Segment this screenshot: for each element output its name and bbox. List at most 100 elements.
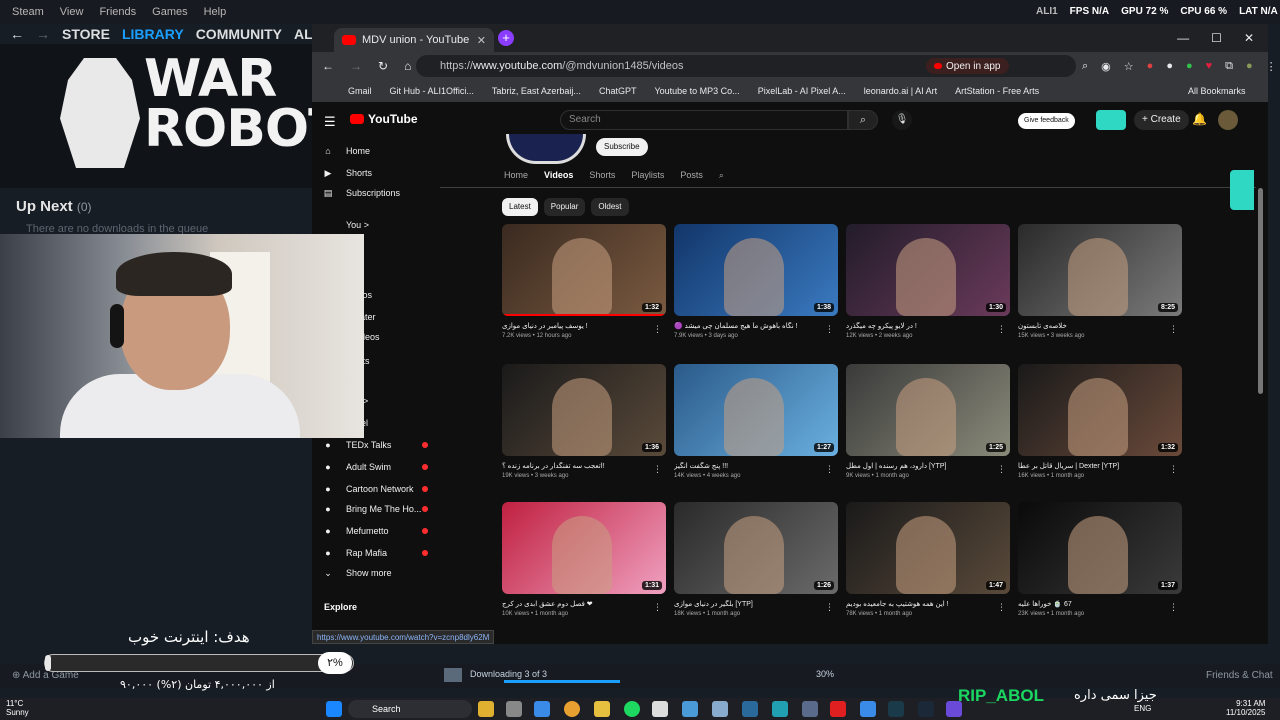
video-title[interactable]: ! یوسف پیامبر در دنیای موازی (502, 322, 666, 330)
give-feedback-button[interactable]: Give feedback (1018, 113, 1075, 129)
video-title[interactable]: Dexter [YTP] | سریال قاتل بر عطا (1018, 462, 1182, 470)
video-thumbnail[interactable]: 1:38 (674, 224, 838, 316)
close-icon[interactable]: ✕ (477, 34, 486, 47)
video-title[interactable]: ! نگاه باهوش ما هیج مسلمان چی میشد 🟣 (674, 322, 838, 330)
more-options-icon[interactable]: ⋮ (997, 324, 1006, 335)
tab-youtube[interactable]: MDV union - YouTube ✕ (334, 28, 494, 52)
back-arrow-icon[interactable]: ← (10, 26, 24, 42)
forward-icon[interactable]: → (350, 59, 362, 73)
profile-icon[interactable]: ● (1246, 60, 1253, 72)
tab-home[interactable]: Home (504, 170, 528, 186)
search-icon[interactable]: ⌕ (848, 110, 878, 130)
bookmark-github[interactable]: Git Hub - ALI1Offici... (390, 86, 474, 96)
video-card[interactable]: 1:26 [YTP] بلگیر در دنیای موازی 18K views … (674, 502, 838, 617)
youtube-logo[interactable]: YouTube (350, 112, 418, 126)
star-icon[interactable]: ☆ (1124, 60, 1134, 73)
sidebar-item[interactable]: You > (322, 216, 369, 234)
bookmark-artstation[interactable]: ArtStation - Free Arts (955, 86, 1039, 96)
more-options-icon[interactable]: ⋮ (653, 602, 662, 613)
video-card[interactable]: 1:25 [YTP] دارود، هم رسنده | اول مطل 9K vi… (846, 364, 1010, 479)
avatar[interactable] (1218, 110, 1238, 130)
video-thumbnail[interactable]: 1:26 (674, 502, 838, 594)
video-title[interactable]: خلاصه‌ی تابستون (1018, 322, 1182, 330)
video-card[interactable]: 1:36 !اتعجب سه تفنگدار در برنامه زنده ؟ 19… (502, 364, 666, 479)
steam-nav-library[interactable]: LIBRARY (122, 26, 184, 42)
video-card[interactable]: 1:47 ! این همه هوشتیپ به جامعیده بودیم 78K… (846, 502, 1010, 617)
download-status[interactable]: Downloading 3 of 3 30% (444, 666, 884, 684)
video-title[interactable]: ! این همه هوشتیپ به جامعیده بودیم (846, 600, 1010, 608)
sidebar-item[interactable]: ● Cartoon Network (322, 480, 428, 498)
video-card[interactable]: 1:27 !!! پنج شگفت انگیز 14K views • 4 week… (674, 364, 838, 479)
steam-nav-community[interactable]: COMMUNITY (196, 26, 282, 42)
chip-latest[interactable]: Latest (502, 198, 538, 216)
video-thumbnail[interactable]: 1:27 (674, 364, 838, 456)
windows-start-icon[interactable] (326, 701, 342, 717)
video-title[interactable]: !اتعجب سه تفنگدار در برنامه زنده ؟ (502, 462, 666, 470)
spotify-taskbar-icon[interactable] (624, 701, 640, 717)
more-options-icon[interactable]: ⋮ (653, 464, 662, 475)
steam-menu-help[interactable]: Help (204, 6, 227, 18)
video-thumbnail[interactable]: 1:25 (846, 364, 1010, 456)
search-input[interactable]: Search (560, 110, 848, 130)
more-options-icon[interactable]: ⋮ (825, 464, 834, 475)
steam-menu-games[interactable]: Games (152, 6, 187, 18)
extension-red-icon[interactable]: ● (1147, 60, 1154, 72)
more-options-icon[interactable]: ⋮ (997, 464, 1006, 475)
more-options-icon[interactable]: ⋮ (1169, 602, 1178, 613)
sidebar-item[interactable]: ● Rap Mafia (322, 544, 428, 562)
youtube-taskbar-icon[interactable] (830, 701, 846, 717)
eye-icon[interactable]: ◉ (1101, 60, 1111, 73)
bookmark-mp3[interactable]: Youtube to MP3 Co... (654, 86, 739, 96)
taskbar-app-icon[interactable] (742, 701, 758, 717)
chrome-taskbar-icon[interactable] (564, 701, 580, 717)
video-card[interactable]: 1:38 ! نگاه باهوش ما هیج مسلمان چی میشد 🟣… (674, 224, 838, 339)
more-options-icon[interactable]: ⋮ (1169, 464, 1178, 475)
taskbar-app-icon[interactable] (652, 701, 668, 717)
bookmark-chatgpt[interactable]: ChatGPT (599, 86, 637, 96)
puzzle-icon[interactable]: ⧉ (1225, 60, 1233, 73)
sidebar-item[interactable]: ● Bring Me The Ho... (322, 500, 428, 518)
taskbar-app-icon[interactable] (712, 701, 728, 717)
video-thumbnail[interactable]: 1:32 (1018, 364, 1182, 456)
sidebar-item[interactable]: ⌂ Home (322, 142, 370, 160)
extension-heart-icon[interactable]: ♥ (1206, 60, 1213, 72)
create-button[interactable]: + Create (1134, 110, 1189, 130)
steam-menu-steam[interactable]: Steam (12, 6, 44, 18)
taskbar-app-icon[interactable] (888, 701, 904, 717)
video-title[interactable]: [YTP] دارود، هم رسنده | اول مطل (846, 462, 1010, 470)
extension-green-icon[interactable]: ● (1186, 60, 1193, 72)
steam-nav-store[interactable]: STORE (62, 26, 110, 42)
scrollbar[interactable] (1258, 188, 1263, 394)
forward-arrow-icon[interactable]: → (36, 26, 50, 42)
video-thumbnail[interactable]: 1:37 (1018, 502, 1182, 594)
sidebar-item[interactable]: ▶ Shorts (322, 164, 372, 182)
bookmark-gmail[interactable]: Gmail (348, 86, 372, 96)
reload-icon[interactable]: ↻ (378, 59, 388, 73)
video-thumbnail[interactable]: 1:30 (846, 224, 1010, 316)
video-card[interactable]: 1:37 67 🍵 خوراها علیه 23K views • 1 month … (1018, 502, 1182, 617)
channel-search-icon[interactable]: ⌕ (719, 170, 724, 186)
zoom-icon[interactable]: ⌕ (1082, 60, 1088, 73)
video-thumbnail[interactable]: 1:32 (502, 224, 666, 316)
video-card[interactable]: 1:31 ❤ فصل دوم عشق ابدی در کرج 10K views •… (502, 502, 666, 617)
hamburger-icon[interactable]: ☰ (324, 114, 336, 130)
bell-icon[interactable]: 🔔 (1192, 112, 1207, 126)
steam-menu-view[interactable]: View (60, 6, 84, 18)
sidebar-item[interactable]: ● Mefumetto (322, 522, 428, 540)
bookmark-leonardo[interactable]: leonardo.ai | AI Art (864, 86, 937, 96)
weather-widget[interactable]: 11°C Sunny (6, 699, 29, 717)
steam-taskbar-icon[interactable] (918, 701, 934, 717)
video-title[interactable]: [YTP] بلگیر در دنیای موازی (674, 600, 838, 608)
tab-posts[interactable]: Posts (680, 170, 703, 186)
chip-popular[interactable]: Popular (543, 198, 586, 216)
language-indicator[interactable]: ENG (1134, 704, 1151, 713)
floating-extension-icon[interactable] (1230, 170, 1254, 210)
more-options-icon[interactable]: ⋮ (825, 324, 834, 335)
all-bookmarks[interactable]: All Bookmarks (1188, 80, 1246, 102)
sidebar-item[interactable]: ▤ Subscriptions (322, 184, 400, 202)
chip-oldest[interactable]: Oldest (591, 198, 629, 216)
bookmark-pixellab[interactable]: PixelLab - AI Pixel A... (758, 86, 846, 96)
steam-menu-friends[interactable]: Friends (99, 6, 136, 18)
sidebar-item[interactable]: ⌄ Show more (322, 564, 391, 582)
more-options-icon[interactable]: ⋮ (825, 602, 834, 613)
